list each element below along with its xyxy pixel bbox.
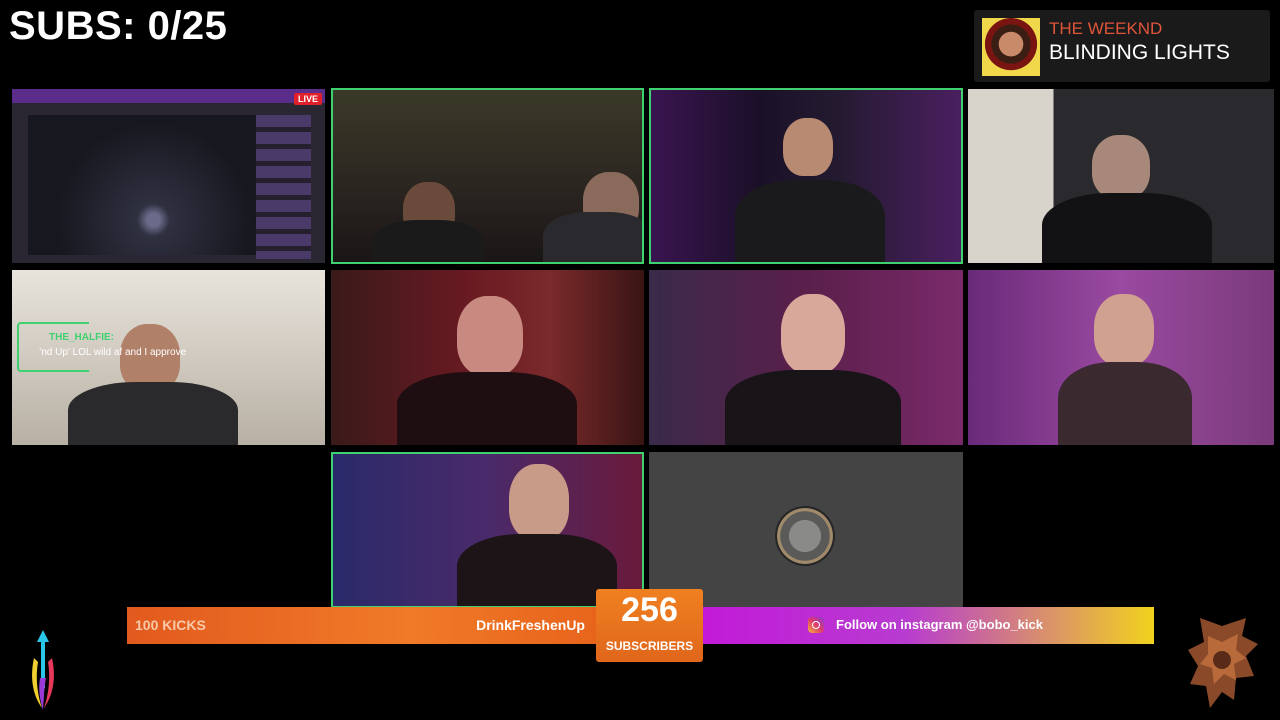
ticker-right-bar: Follow on instagram @bobo_kick bbox=[703, 607, 1154, 644]
participant-figure bbox=[543, 212, 642, 262]
participant-tile-camera-off[interactable] bbox=[649, 452, 963, 608]
ticker-left-bar: 100 KICKS DrinkFreshenUp bbox=[127, 607, 597, 644]
subscriber-counter: 256 SUBSCRIBERS bbox=[596, 589, 703, 662]
participant-tile-8[interactable] bbox=[968, 270, 1274, 445]
participant-figure bbox=[781, 294, 845, 374]
participant-tile-2[interactable] bbox=[331, 88, 644, 264]
album-art bbox=[982, 18, 1040, 76]
instagram-icon bbox=[808, 617, 824, 633]
participant-figure bbox=[457, 296, 523, 376]
participant-figure bbox=[397, 372, 577, 445]
now-playing-song: BLINDING LIGHTS bbox=[1049, 41, 1230, 64]
participant-figure bbox=[1042, 193, 1212, 263]
participant-figure bbox=[373, 220, 483, 262]
browser-tab-bar bbox=[12, 89, 325, 103]
participant-tile-5[interactable]: THE_HALFIE: ’nd Up’ LOL wild af and I ap… bbox=[12, 270, 325, 445]
now-playing-widget: THE WEEKND BLINDING LIGHTS bbox=[974, 10, 1270, 82]
participant-tile-9[interactable] bbox=[331, 452, 644, 608]
subs-goal: SUBS: 0/25 bbox=[9, 4, 228, 48]
kicks-label: 100 KICKS bbox=[135, 617, 206, 633]
participant-figure bbox=[509, 464, 569, 540]
chat-message: ’nd Up’ LOL wild af and I approve bbox=[39, 347, 187, 358]
participant-avatar-icon bbox=[777, 508, 833, 564]
shared-video bbox=[28, 115, 256, 255]
participant-figure bbox=[783, 118, 833, 176]
screen-share-tile[interactable]: LIVE bbox=[12, 89, 325, 263]
participant-figure bbox=[735, 180, 885, 262]
sponsor-label: DrinkFreshenUp bbox=[476, 617, 585, 633]
live-badge: LIVE bbox=[293, 93, 322, 105]
participant-tile-4[interactable] bbox=[968, 89, 1274, 263]
participant-tile-3[interactable] bbox=[649, 88, 963, 264]
participant-figure bbox=[1092, 135, 1150, 199]
bronze-crest-logo bbox=[1188, 618, 1258, 708]
chat-username: THE_HALFIE: bbox=[49, 332, 114, 343]
participant-tile-7[interactable] bbox=[649, 270, 963, 445]
subscriber-label: SUBSCRIBERS bbox=[605, 639, 694, 653]
participant-tile-6[interactable] bbox=[331, 270, 644, 445]
shared-video-sidebar bbox=[256, 115, 311, 259]
chat-popup: THE_HALFIE: ’nd Up’ LOL wild af and I ap… bbox=[17, 322, 227, 372]
instagram-follow-text: Follow on instagram @bobo_kick bbox=[836, 617, 1043, 632]
participant-figure bbox=[457, 534, 617, 606]
participant-figure bbox=[725, 370, 901, 445]
participant-figure bbox=[1094, 294, 1154, 366]
now-playing-artist: THE WEEKND bbox=[1049, 19, 1163, 38]
kick-arrows-logo bbox=[32, 630, 54, 710]
participant-figure bbox=[1058, 362, 1192, 445]
participant-figure bbox=[68, 382, 238, 445]
subscriber-count: 256 bbox=[621, 591, 678, 629]
